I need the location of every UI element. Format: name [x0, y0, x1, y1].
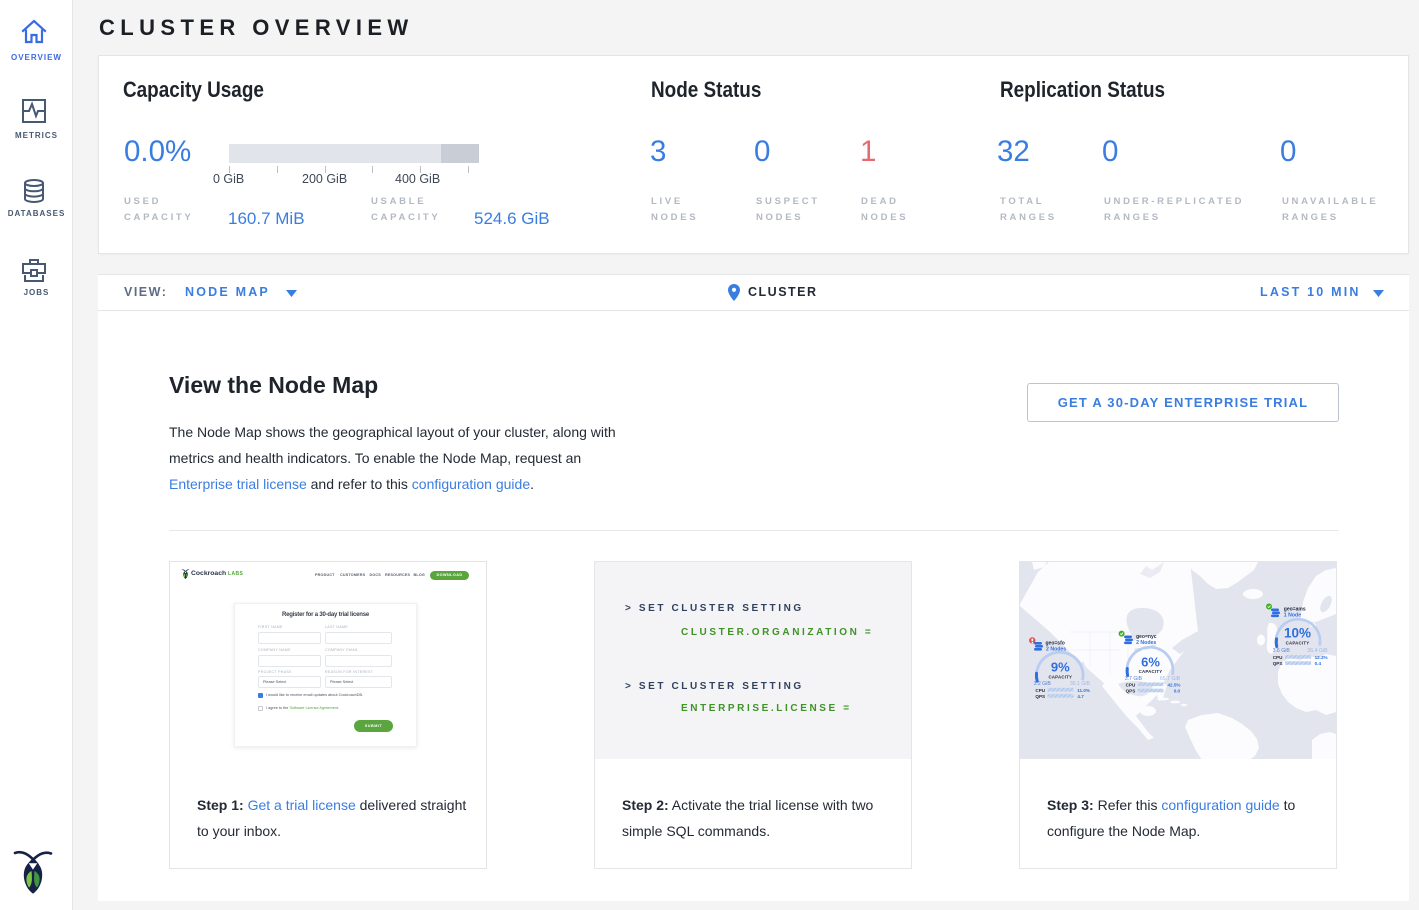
svg-text:35.1 GiB: 35.1 GiB — [1070, 681, 1091, 687]
svg-text:4.7: 4.7 — [1077, 694, 1084, 699]
svg-text:CAPACITY: CAPACITY — [1286, 641, 1310, 646]
svg-text:42.5%: 42.5% — [1167, 682, 1180, 687]
svg-text:0.0: 0.0 — [1174, 689, 1181, 694]
svg-text:9%: 9% — [1051, 660, 1070, 675]
svg-text:11.0%: 11.0% — [1077, 688, 1090, 693]
svg-text:12.3%: 12.3% — [1315, 655, 1328, 660]
svg-text:QPS: QPS — [1035, 694, 1045, 699]
svg-text:1 Node: 1 Node — [1284, 612, 1301, 618]
svg-text:CPU: CPU — [1273, 655, 1283, 660]
svg-text:0.4: 0.4 — [1315, 661, 1322, 666]
svg-text:2 Nodes: 2 Nodes — [1136, 640, 1156, 646]
svg-text:36.4 GiB: 36.4 GiB — [1307, 648, 1328, 654]
svg-text:10%: 10% — [1284, 626, 1311, 641]
svg-text:3.7 GiB: 3.7 GiB — [1125, 676, 1143, 682]
svg-text:CAPACITY: CAPACITY — [1048, 675, 1072, 680]
svg-text:3.6 GiB: 3.6 GiB — [1273, 648, 1291, 654]
svg-text:CPU: CPU — [1126, 682, 1136, 687]
svg-text:6%: 6% — [1141, 654, 1160, 669]
svg-text:QPS: QPS — [1126, 689, 1136, 694]
svg-text:65.7 GiB: 65.7 GiB — [1160, 676, 1181, 682]
svg-text:QPS: QPS — [1273, 661, 1283, 666]
svg-text:CAPACITY: CAPACITY — [1139, 669, 1163, 674]
svg-text:CPU: CPU — [1035, 688, 1045, 693]
svg-text:3.2 GiB: 3.2 GiB — [1034, 681, 1052, 687]
